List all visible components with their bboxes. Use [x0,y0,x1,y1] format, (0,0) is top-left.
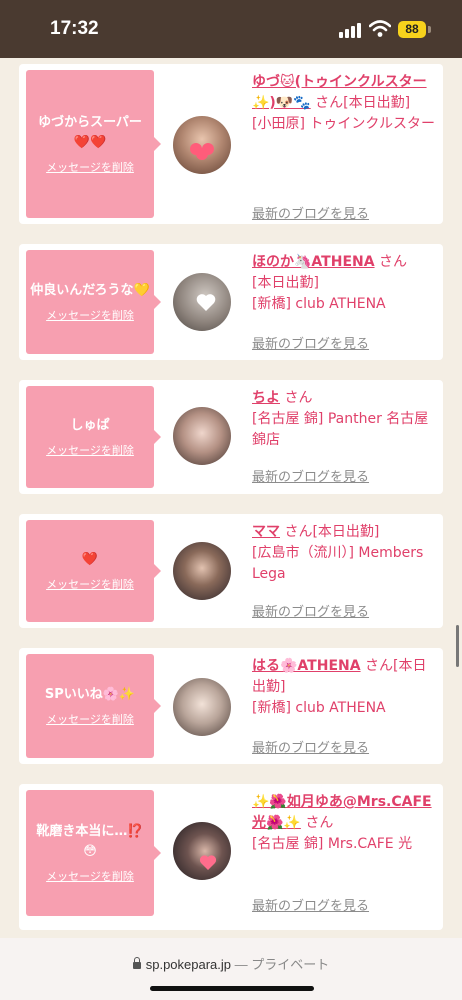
favorite-card: しゅぱ メッセージを削除 ちよ さん [名古屋 錦] Panther 名古屋錦店… [19,380,443,494]
latest-blog-link[interactable]: 最新のブログを見る [252,601,369,620]
message-bubble: SPいいね🌸✨ メッセージを削除 [26,654,161,758]
latest-blog-link[interactable]: 最新のブログを見る [252,895,369,914]
attendance-status: [本日出勤] [252,275,319,291]
honorific: さん [379,254,408,270]
message-text: しゅぱ [70,418,110,433]
avatar[interactable] [173,116,231,174]
battery-nub [428,26,431,33]
shop-info: [新橋] club ATHENA [252,296,386,312]
latest-blog-link[interactable]: 最新のブログを見る [252,466,369,485]
honorific: さん [284,524,313,540]
shop-info: [小田原] トゥインクルスター [252,116,435,132]
avatar[interactable] [173,542,231,600]
message-text: 靴磨き本当に…⁉️😳 [36,824,144,859]
browser-address-bar[interactable]: sp.pokepara.jp — プライベート [0,938,462,1000]
cast-info: ママ さん[本日出勤] [広島市（流川）] Members Lega [252,522,438,585]
favorites-list: ゆづからスーパー❤️❤️ メッセージを削除 ゆづ🐱(トゥインクルスター✨)🐶🐾 … [0,58,462,938]
cast-info: はる🌸ATHENA さん[本日出勤] [新橋] club ATHENA [252,656,438,719]
home-indicator[interactable] [150,986,314,991]
delete-message-link[interactable]: メッセージを削除 [46,868,134,884]
separator-text: — [231,957,252,972]
cast-name-link[interactable]: ✨🌺如月ゆあ@Mrs.CAFE光🌺✨ [252,794,432,831]
battery-icon: 88 [398,21,426,38]
honorific: さん [315,95,344,111]
cast-info: ほのか🦄ATHENA さん [本日出勤] [新橋] club ATHENA [252,252,438,315]
domain-text: sp.pokepara.jp [145,957,232,972]
favorite-card: ❤️ メッセージを削除 ママ さん[本日出勤] [広島市（流川）] Member… [19,514,443,628]
status-time: 17:32 [50,18,99,39]
shop-info: [新橋] club ATHENA [252,700,386,716]
cast-name-link[interactable]: ほのか🦄ATHENA [252,254,375,270]
honorific: さん [305,815,334,831]
latest-blog-link[interactable]: 最新のブログを見る [252,737,369,756]
message-bubble: 靴磨き本当に…⁉️😳 メッセージを削除 [26,790,161,916]
shop-info: [名古屋 錦] Mrs.CAFE 光 [252,836,413,852]
avatar[interactable] [173,822,231,880]
message-bubble: 仲良いんだろうな💛 メッセージを削除 [26,250,161,354]
shop-info: [名古屋 錦] Panther 名古屋錦店 [252,411,429,448]
attendance-status: [本日出勤] [312,524,380,540]
favorite-card: ゆづからスーパー❤️❤️ メッセージを削除 ゆづ🐱(トゥインクルスター✨)🐶🐾 … [19,64,443,224]
cellular-signal-icon [339,22,363,38]
latest-blog-link[interactable]: 最新のブログを見る [252,203,369,222]
private-label: プライベート [251,957,330,972]
favorite-card: SPいいね🌸✨ メッセージを削除 はる🌸ATHENA さん[本日出勤] [新橋]… [19,648,443,764]
latest-blog-link[interactable]: 最新のブログを見る [252,333,369,352]
cast-info: ✨🌺如月ゆあ@Mrs.CAFE光🌺✨ さん [名古屋 錦] Mrs.CAFE 光 [252,792,438,855]
avatar[interactable] [173,678,231,736]
delete-message-link[interactable]: メッセージを削除 [46,159,134,175]
lock-icon [132,957,141,969]
message-bubble: ❤️ メッセージを削除 [26,520,161,622]
honorific: さん [284,390,313,406]
message-text: 仲良いんだろうな💛 [30,283,150,298]
delete-message-link[interactable]: メッセージを削除 [46,442,134,458]
wifi-icon [369,20,391,37]
attendance-status: [本日出勤] [343,95,411,111]
shop-info: [広島市（流川）] Members Lega [252,545,424,582]
status-bar: 17:32 88 [0,0,462,58]
avatar[interactable] [173,407,231,465]
message-text: SPいいね🌸✨ [44,687,136,702]
scrollbar[interactable] [456,625,459,667]
cast-name-link[interactable]: ちよ [252,390,280,406]
delete-message-link[interactable]: メッセージを削除 [46,307,134,323]
honorific: さん [365,658,394,674]
cast-name-link[interactable]: はる🌸ATHENA [252,658,361,674]
message-bubble: しゅぱ メッセージを削除 [26,386,161,488]
message-bubble: ゆづからスーパー❤️❤️ メッセージを削除 [26,70,161,218]
delete-message-link[interactable]: メッセージを削除 [46,711,134,727]
cast-name-link[interactable]: ママ [252,524,280,540]
cast-info: ゆづ🐱(トゥインクルスター✨)🐶🐾 さん[本日出勤] [小田原] トゥインクルス… [252,72,438,135]
favorite-card: 仲良いんだろうな💛 メッセージを削除 ほのか🦄ATHENA さん [本日出勤] … [19,244,443,360]
message-text: ❤️ [81,552,99,567]
url-row[interactable]: sp.pokepara.jp — プライベート [0,954,462,973]
favorite-card: 靴磨き本当に…⁉️😳 メッセージを削除 ✨🌺如月ゆあ@Mrs.CAFE光🌺✨ さ… [19,784,443,930]
delete-message-link[interactable]: メッセージを削除 [46,576,134,592]
message-text: ゆづからスーパー❤️❤️ [38,115,142,150]
cast-info: ちよ さん [名古屋 錦] Panther 名古屋錦店 [252,388,438,451]
avatar[interactable] [173,273,231,331]
